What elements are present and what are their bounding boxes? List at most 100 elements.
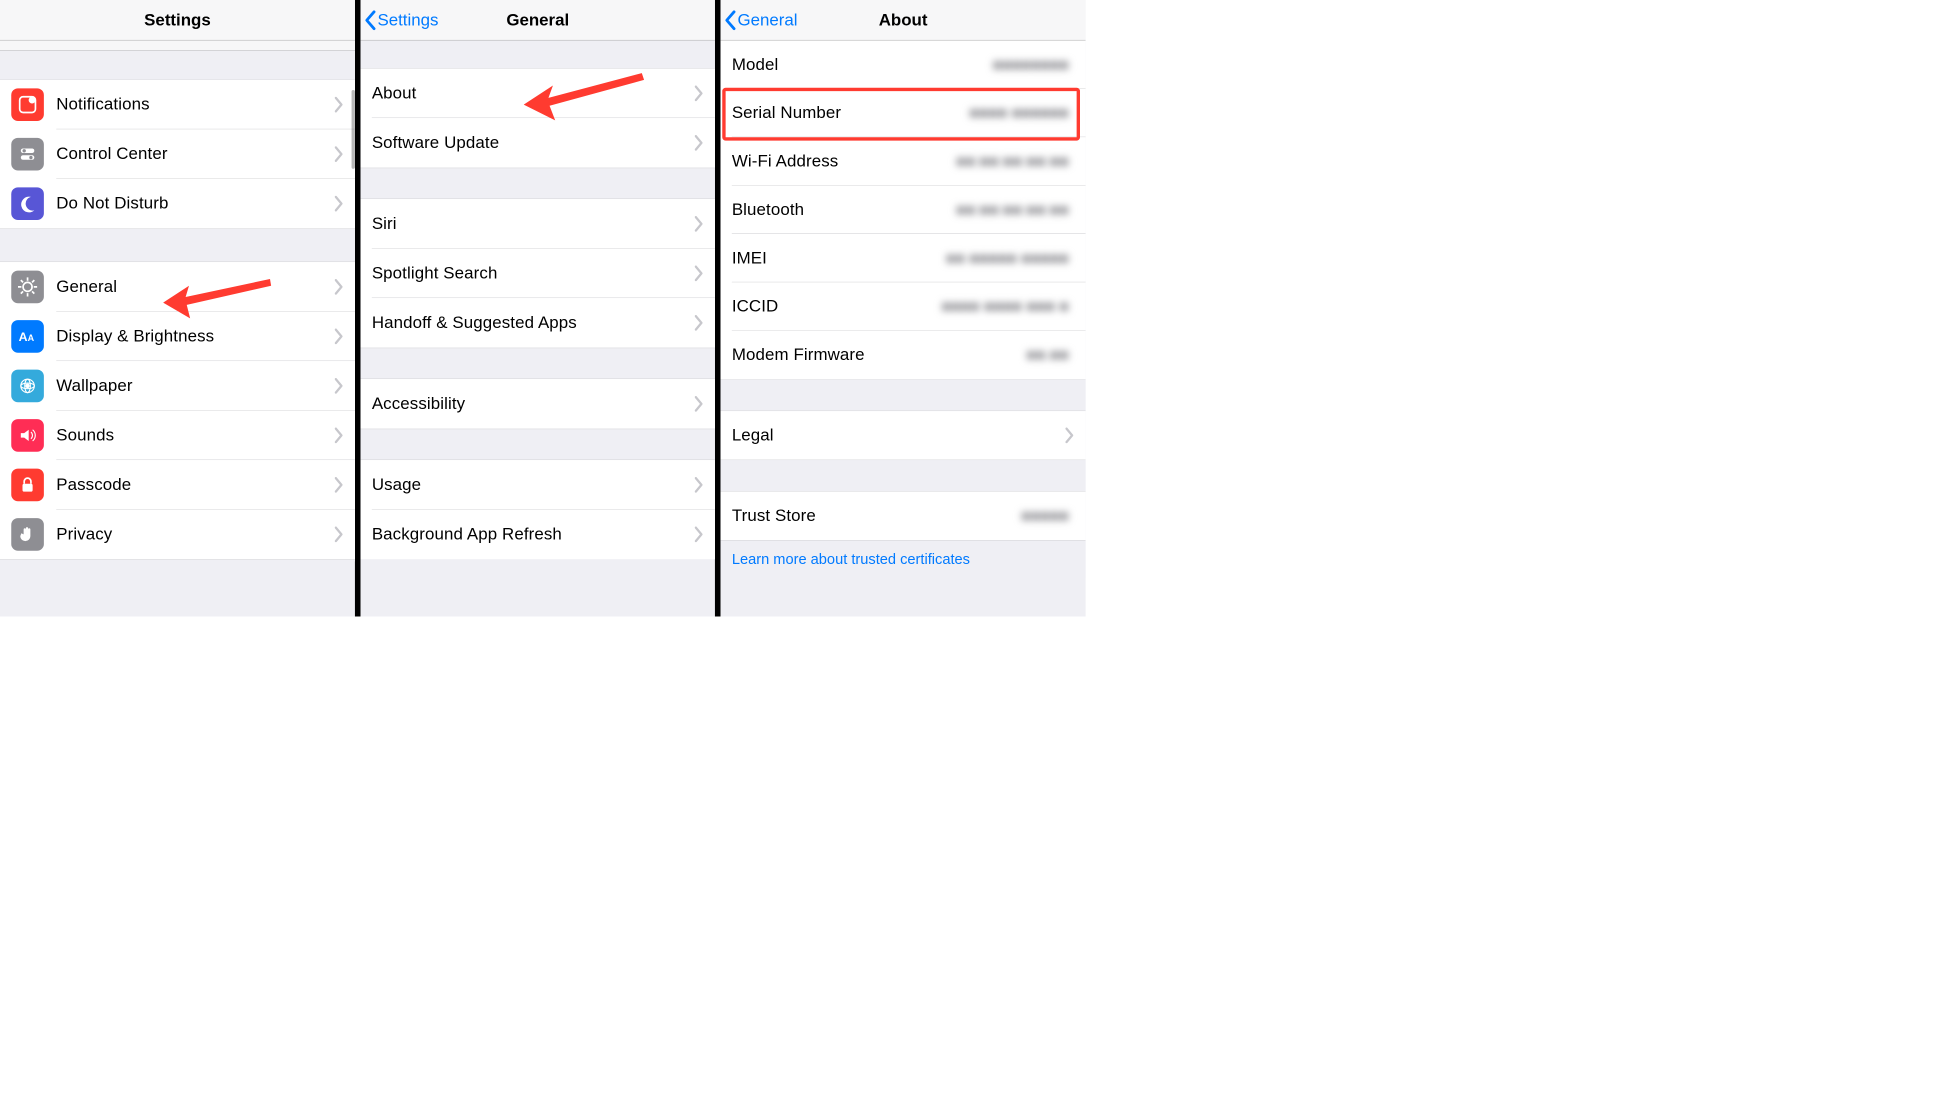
row-label: Privacy — [56, 525, 334, 544]
row-value: ■■:■■:■■:■■:■■ — [956, 152, 1069, 170]
row-privacy[interactable]: Privacy — [0, 510, 355, 560]
row-label: Background App Refresh — [372, 525, 695, 544]
row-software-update[interactable]: Software Update — [361, 118, 715, 168]
row-model[interactable]: Model ■■■■■■■■ — [721, 41, 1086, 89]
learn-more-link[interactable]: Learn more about trusted certificates — [721, 541, 1086, 579]
row-value: ■■:■■:■■:■■:■■ — [956, 201, 1069, 219]
svg-text:A: A — [19, 330, 28, 344]
chevron-right-icon — [335, 196, 344, 212]
group-gap — [361, 348, 715, 380]
chevron-left-icon — [364, 9, 376, 30]
row-do-not-disturb[interactable]: Do Not Disturb — [0, 179, 355, 229]
lock-icon — [11, 469, 44, 502]
row-label: Do Not Disturb — [56, 194, 334, 213]
chevron-right-icon — [695, 396, 704, 412]
row-label: Display & Brightness — [56, 327, 334, 346]
row-handoff[interactable]: Handoff & Suggested Apps — [361, 298, 715, 348]
row-label: Model — [732, 55, 993, 74]
row-wifi-address[interactable]: Wi-Fi Address ■■:■■:■■:■■:■■ — [721, 137, 1086, 185]
back-button-settings[interactable]: Settings — [364, 9, 438, 30]
row-wallpaper[interactable]: Wallpaper — [0, 361, 355, 411]
row-trust-store[interactable]: Trust Store ■■■■■ — [721, 492, 1086, 540]
about-panel: General About Model ■■■■■■■■ Serial Numb… — [721, 0, 1086, 617]
about-info-group: Model ■■■■■■■■ Serial Number ■■■■ ■■■■■■… — [721, 41, 1086, 380]
navbar-general: Settings General — [361, 0, 715, 41]
general-group-4: Usage Background App Refresh — [361, 460, 715, 559]
row-control-center[interactable]: Control Center — [0, 129, 355, 179]
group-gap — [721, 380, 1086, 412]
row-label: Spotlight Search — [372, 264, 695, 283]
row-label: Sounds — [56, 426, 334, 445]
chevron-right-icon — [695, 86, 704, 102]
row-notifications[interactable]: Notifications — [0, 80, 355, 130]
about-truststore-group: Trust Store ■■■■■ — [721, 492, 1086, 541]
general-group-3: Accessibility — [361, 379, 715, 429]
chevron-right-icon — [335, 329, 344, 345]
chevron-right-icon — [695, 477, 704, 493]
moon-icon — [11, 187, 44, 220]
chevron-left-icon — [724, 9, 736, 30]
row-label: Serial Number — [732, 104, 969, 123]
row-bluetooth[interactable]: Bluetooth ■■:■■:■■:■■:■■ — [721, 186, 1086, 234]
row-label: Bluetooth — [732, 200, 956, 219]
row-spotlight[interactable]: Spotlight Search — [361, 249, 715, 299]
row-sounds[interactable]: Sounds — [0, 411, 355, 461]
notifications-icon — [11, 88, 44, 121]
chevron-right-icon — [335, 378, 344, 394]
chevron-right-icon — [335, 97, 344, 113]
row-accessibility[interactable]: Accessibility — [361, 379, 715, 429]
back-label: Settings — [377, 10, 438, 29]
row-legal[interactable]: Legal — [721, 411, 1086, 459]
row-label: Passcode — [56, 475, 334, 494]
row-label: Software Update — [372, 133, 695, 152]
chevron-right-icon — [335, 477, 344, 493]
scrollbar[interactable] — [352, 90, 355, 169]
chevron-right-icon — [335, 428, 344, 444]
row-label: Control Center — [56, 145, 334, 164]
row-modem-firmware[interactable]: Modem Firmware ■■.■■ — [721, 331, 1086, 379]
chevron-right-icon — [695, 135, 704, 151]
row-label: Usage — [372, 475, 695, 494]
row-display-brightness[interactable]: AA Display & Brightness — [0, 312, 355, 362]
row-general[interactable]: General — [0, 262, 355, 312]
general-group-1: About Software Update — [361, 69, 715, 168]
row-label: Legal — [732, 426, 1066, 445]
settings-group-2: General AA Display & Brightness Wallpape… — [0, 262, 355, 559]
display-icon: AA — [11, 320, 44, 353]
hand-icon — [11, 518, 44, 551]
chevron-right-icon — [695, 315, 704, 331]
chevron-right-icon — [695, 266, 704, 282]
group-gap — [361, 168, 715, 200]
group-gap — [0, 51, 355, 80]
group-gap — [721, 460, 1086, 492]
row-label: General — [56, 277, 334, 296]
about-legal-group: Legal — [721, 411, 1086, 460]
row-iccid[interactable]: ICCID ■■■■ ■■■■ ■■■ ■ — [721, 282, 1086, 330]
gear-icon — [11, 271, 44, 304]
row-label: Siri — [372, 214, 695, 233]
chevron-right-icon — [695, 216, 704, 232]
settings-root-panel: Settings Notifications Control Center — [0, 0, 361, 617]
row-label: About — [372, 84, 695, 103]
row-about[interactable]: About — [361, 69, 715, 119]
chevron-right-icon — [335, 279, 344, 295]
navbar-about: General About — [721, 0, 1086, 41]
row-siri[interactable]: Siri — [361, 199, 715, 249]
row-imei[interactable]: IMEI ■■ ■■■■■ ■■■■■ — [721, 234, 1086, 282]
wallpaper-icon — [11, 370, 44, 403]
row-background-refresh[interactable]: Background App Refresh — [361, 510, 715, 560]
row-label: Trust Store — [732, 506, 1021, 525]
svg-text:A: A — [28, 333, 35, 343]
row-usage[interactable]: Usage — [361, 460, 715, 510]
row-serial-number[interactable]: Serial Number ■■■■ ■■■■■■ — [721, 89, 1086, 137]
control-center-icon — [11, 138, 44, 171]
row-label: Modem Firmware — [732, 345, 1027, 364]
row-value: ■■■■■ — [1021, 507, 1069, 525]
chevron-right-icon — [335, 146, 344, 162]
row-value: ■■■■■■■■ — [993, 56, 1069, 74]
chevron-right-icon — [335, 527, 344, 543]
back-button-general[interactable]: General — [724, 9, 798, 30]
row-value: ■■ ■■■■■ ■■■■■ — [946, 249, 1069, 267]
row-passcode[interactable]: Passcode — [0, 460, 355, 510]
back-label: General — [737, 10, 797, 29]
